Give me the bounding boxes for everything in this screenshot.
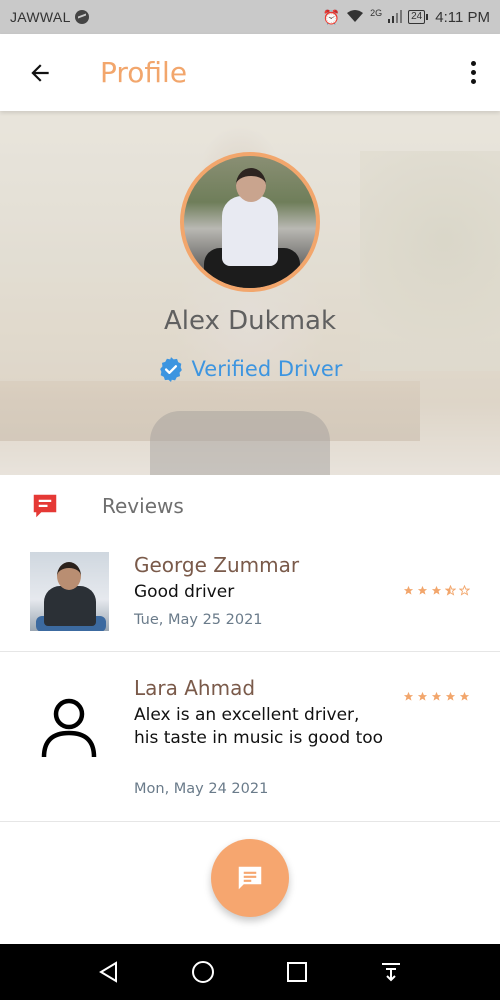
reviewer-name: Lara Ahmad	[134, 676, 256, 700]
star-filled-icon	[431, 691, 442, 701]
reviewer-photo	[30, 552, 109, 631]
alarm-icon: ⏰	[322, 8, 341, 25]
star-filled-icon	[403, 691, 414, 701]
network-type-label: 2G	[370, 8, 383, 18]
status-bar: JAWWAL ⏰ 2G 24 4:11 PM	[0, 0, 500, 34]
person-outline-icon	[41, 698, 97, 758]
review-item[interactable]: Lara Ahmad Alex is an excellent driver, …	[0, 652, 500, 822]
nav-notifications-button[interactable]	[376, 957, 406, 987]
profile-header: Alex Dukmak Verified Driver	[0, 111, 500, 475]
star-half-icon	[445, 585, 456, 596]
battery-icon: 24	[408, 10, 429, 24]
system-navigation-bar	[0, 944, 500, 1000]
reviews-header: Reviews	[0, 475, 500, 537]
driver-avatar[interactable]	[180, 152, 320, 292]
status-icons: ⏰ 2G 24 4:11 PM	[322, 8, 490, 26]
verified-check-icon	[159, 357, 182, 382]
star-rating	[403, 691, 470, 702]
triangle-back-icon	[99, 961, 117, 983]
clock-label: 4:11 PM	[435, 8, 490, 26]
square-recents-icon	[287, 962, 307, 982]
write-review-fab[interactable]	[211, 839, 289, 917]
star-filled-icon	[459, 691, 470, 701]
carrier-label: JAWWAL	[10, 9, 71, 25]
more-options-button[interactable]	[466, 53, 480, 93]
star-empty-icon	[459, 585, 470, 596]
star-filled-icon	[403, 585, 414, 595]
reviewer-name: George Zummar	[134, 553, 300, 577]
signal-icon	[388, 9, 403, 26]
star-filled-icon	[431, 585, 442, 595]
circle-home-icon	[192, 961, 214, 983]
page-title: Profile	[100, 56, 188, 89]
review-date: Mon, May 24 2021	[134, 781, 269, 797]
driver-name: Alex Dukmak	[163, 306, 337, 336]
arrow-left-icon	[31, 63, 49, 82]
back-button[interactable]	[20, 53, 60, 93]
message-icon	[238, 866, 262, 890]
star-filled-icon	[445, 691, 456, 701]
verified-badge: Verified Driver	[0, 356, 500, 382]
app-bar: Profile	[0, 34, 500, 111]
messenger-icon	[74, 10, 89, 24]
star-filled-icon	[417, 691, 428, 701]
reviews-chat-icon	[33, 494, 57, 518]
wifi-icon	[346, 9, 364, 26]
review-text: Alex is an excellent driver, his taste i…	[134, 705, 384, 748]
pull-down-icon	[382, 963, 400, 982]
nav-home-button[interactable]	[188, 957, 218, 987]
nav-back-button[interactable]	[94, 957, 124, 987]
review-item[interactable]: George Zummar Good driver Tue, May 25 20…	[0, 537, 500, 652]
reviews-title: Reviews	[102, 494, 184, 518]
more-vert-icon	[470, 61, 476, 66]
star-rating	[403, 585, 470, 596]
star-filled-icon	[417, 585, 428, 595]
review-date: Tue, May 25 2021	[134, 612, 263, 628]
verified-label: Verified Driver	[191, 357, 343, 381]
nav-recents-button[interactable]	[282, 957, 312, 987]
review-text: Good driver	[134, 582, 235, 602]
